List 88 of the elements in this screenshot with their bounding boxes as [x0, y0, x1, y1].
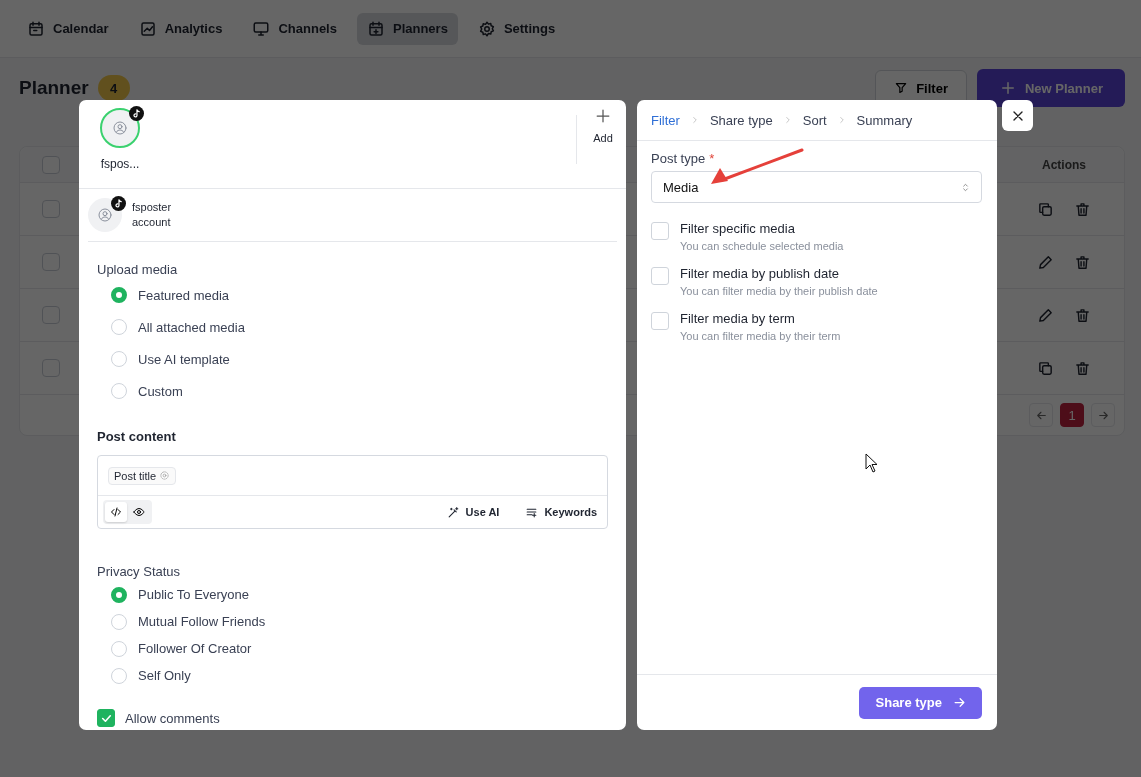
keywords-button[interactable]: Keywords — [525, 505, 597, 519]
radio-button[interactable] — [111, 287, 127, 303]
next-page-button[interactable] — [1091, 403, 1115, 427]
radio-option[interactable]: Follower Of Creator — [111, 635, 608, 662]
settings-icon — [477, 19, 496, 38]
radio-button[interactable] — [111, 351, 127, 367]
code-view-button[interactable] — [105, 502, 127, 522]
radio-button[interactable] — [111, 586, 127, 603]
count-badge: 4 — [97, 75, 130, 101]
use-ai-button[interactable]: Use AI — [446, 505, 500, 519]
next-step-button[interactable]: Share type — [858, 686, 982, 719]
checkbox[interactable] — [651, 312, 669, 330]
trash-icon[interactable] — [1074, 359, 1091, 377]
step-tab[interactable]: Share type — [709, 112, 773, 128]
option-label: Use AI template — [138, 351, 230, 367]
radio-option[interactable]: All attached media — [111, 311, 608, 343]
up-down-icon — [960, 181, 971, 193]
section-label: Privacy Status — [97, 564, 182, 579]
previous-page-button[interactable] — [1029, 403, 1053, 427]
radio-option[interactable]: Public To Everyone — [111, 581, 608, 608]
step-tab[interactable]: Summary — [856, 112, 913, 128]
allow-comments-checkbox[interactable]: Allow comments — [97, 709, 220, 727]
checkbox-label: Filter media by publish date — [680, 266, 840, 281]
chart-icon — [138, 19, 157, 38]
account-type: account — [132, 215, 172, 230]
close-button[interactable] — [1002, 100, 1033, 131]
eye-icon — [133, 506, 145, 518]
monitor-icon — [252, 19, 271, 38]
filter-icon — [894, 81, 909, 95]
arrow-right-icon — [952, 695, 967, 710]
pencil-icon[interactable] — [1037, 253, 1054, 271]
select-field[interactable]: Media — [651, 171, 982, 203]
step-tab[interactable]: Filter — [651, 112, 680, 128]
checkbox[interactable] — [97, 709, 115, 727]
hint-text: You can filter media by their term — [680, 330, 841, 342]
pencil-icon[interactable] — [1037, 306, 1054, 324]
user-icon — [97, 207, 113, 223]
copy-icon[interactable] — [1037, 200, 1054, 218]
account-name: fsposter — [132, 200, 172, 215]
section-label: Post content — [97, 429, 177, 444]
radio-button[interactable] — [111, 383, 127, 399]
trash-icon[interactable] — [1074, 200, 1091, 218]
radio-button[interactable] — [111, 667, 127, 684]
trash-icon[interactable] — [1074, 253, 1091, 271]
option-label: Custom — [138, 383, 183, 399]
option-label: Featured media — [138, 287, 230, 303]
user-icon — [112, 120, 128, 136]
page-title: Planner — [19, 77, 89, 99]
step-tab[interactable]: Sort — [802, 112, 827, 128]
hint-text: You can filter media by their publish date — [680, 285, 878, 297]
field-label: Post type — [651, 151, 706, 166]
tiktok-badge-icon — [111, 196, 126, 211]
add-button[interactable]: Add — [593, 106, 626, 164]
copy-icon[interactable] — [1037, 359, 1054, 377]
variable-tag[interactable]: Post title — [108, 466, 177, 485]
tiktok-badge-icon — [129, 106, 144, 121]
channel-name: fspos... — [100, 157, 140, 171]
magic-wand-icon — [446, 505, 460, 519]
radio-option[interactable]: Use AI template — [111, 343, 608, 375]
mouse-pointer-icon — [865, 453, 878, 473]
checkbox-label: Filter specific media — [680, 221, 796, 236]
radio-button[interactable] — [111, 613, 127, 630]
hint-text: You can schedule selected media — [680, 240, 844, 252]
checkbox[interactable] — [651, 267, 669, 285]
calendar-plus-icon — [366, 19, 385, 38]
radio-button[interactable] — [111, 640, 127, 657]
radio-option[interactable]: Custom — [111, 375, 608, 407]
channel-item[interactable]: fspos... — [97, 108, 143, 188]
trash-icon[interactable] — [1074, 306, 1091, 324]
option-label: Mutual Follow Friends — [138, 614, 266, 629]
required-mark: * — [709, 151, 715, 166]
column-header: Actions — [1042, 157, 1086, 172]
section-label: Upload media — [97, 262, 179, 277]
checkbox-label: Filter media by term — [680, 311, 796, 326]
radio-option[interactable]: Self Only — [111, 662, 608, 689]
radio-option[interactable]: Featured media — [111, 279, 608, 311]
option-label: Self Only — [138, 668, 191, 683]
option-label: Follower Of Creator — [138, 641, 252, 656]
gear-icon — [159, 470, 171, 481]
calendar-icon — [27, 19, 45, 38]
radio-button[interactable] — [111, 319, 127, 335]
tag-label: Post title — [114, 469, 157, 482]
radio-option[interactable]: Mutual Follow Friends — [111, 608, 608, 635]
option-label: All attached media — [138, 319, 245, 335]
code-icon — [110, 506, 122, 518]
content-editor[interactable]: Post title Use AI Keywords — [97, 455, 608, 529]
checkbox[interactable] — [651, 222, 669, 240]
option-label: Public To Everyone — [138, 587, 250, 602]
